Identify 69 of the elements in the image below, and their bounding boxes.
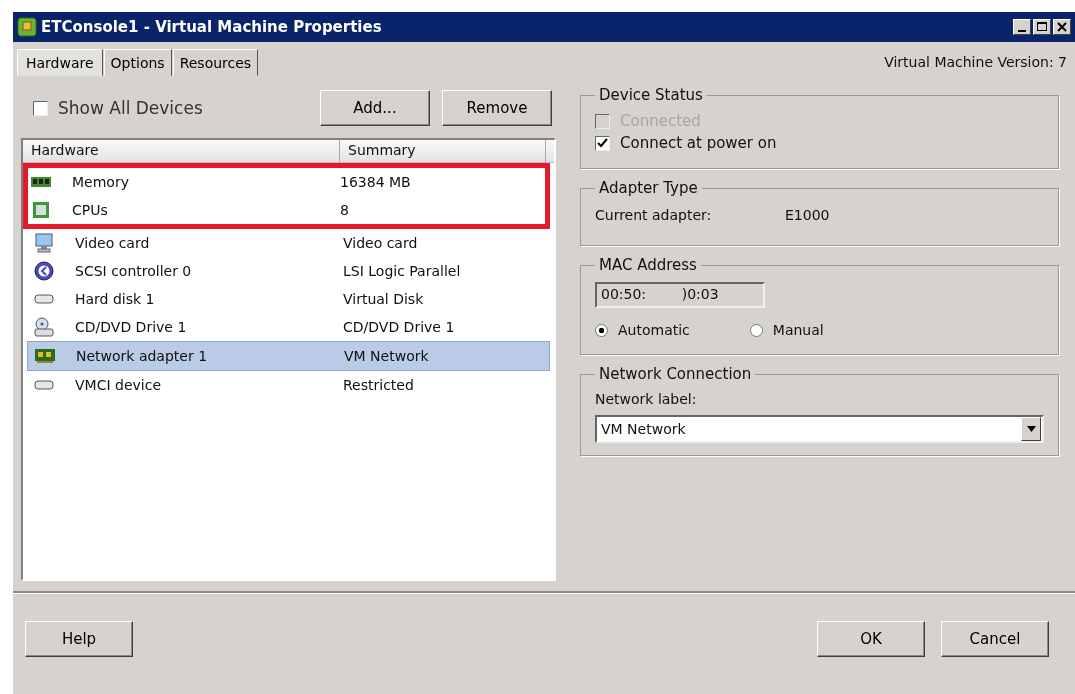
app-icon bbox=[17, 17, 37, 37]
drive-icon bbox=[34, 293, 54, 305]
disc-drive-icon bbox=[34, 317, 54, 337]
hardware-row[interactable]: VMCI device Restricted bbox=[27, 371, 550, 399]
checkbox-label: Connect at power on bbox=[620, 134, 777, 152]
list-button[interactable]: Remove bbox=[442, 90, 552, 126]
minimize-button[interactable] bbox=[1013, 19, 1031, 35]
network-dropdown[interactable]: VM Network bbox=[595, 415, 1044, 443]
maximize-button[interactable] bbox=[1033, 19, 1051, 35]
group-title: MAC Address bbox=[598, 256, 698, 274]
device-summary: Video card bbox=[343, 235, 419, 251]
checkbox-label: Show All Devices bbox=[58, 98, 203, 118]
checkbox[interactable] bbox=[595, 135, 610, 151]
group-title: Adapter Type bbox=[598, 179, 699, 197]
dropdown-arrow-icon bbox=[1026, 426, 1036, 432]
radio-label: Manual bbox=[772, 322, 824, 338]
device-name: Hard disk 1 bbox=[75, 291, 156, 307]
radio-button[interactable] bbox=[749, 323, 763, 337]
group-title: Device Status bbox=[598, 86, 704, 104]
drive-icon bbox=[34, 379, 54, 391]
close-button[interactable] bbox=[1053, 19, 1071, 35]
column-header[interactable]: Hardware bbox=[23, 140, 340, 162]
hardware-row[interactable]: Video card Video card bbox=[27, 229, 550, 257]
radio-button[interactable] bbox=[595, 323, 608, 337]
chip-icon bbox=[32, 201, 50, 219]
device-summary: Virtual Disk bbox=[343, 291, 425, 307]
adapter-label: Current adapter: bbox=[595, 207, 713, 223]
device-name: Video card bbox=[75, 235, 151, 251]
close-icon bbox=[1056, 21, 1068, 33]
monitor-icon bbox=[34, 233, 54, 253]
group-title: Network Connection bbox=[598, 365, 753, 383]
device-name: CD/DVD Drive 1 bbox=[75, 319, 188, 335]
device-summary: Restricted bbox=[343, 377, 415, 393]
device-summary: 8 bbox=[340, 202, 350, 218]
tab[interactable]: Options bbox=[103, 49, 172, 76]
check-icon bbox=[597, 137, 608, 149]
device-summary: VM Network bbox=[344, 348, 430, 364]
list-button[interactable]: Add... bbox=[320, 90, 430, 126]
hardware-row[interactable]: CPUs 8 bbox=[28, 196, 545, 224]
maximize-icon bbox=[1036, 21, 1048, 33]
device-name: Network adapter 1 bbox=[76, 348, 209, 364]
hardware-row[interactable]: Memory 16384 MB bbox=[28, 168, 545, 196]
footer-button[interactable]: Help bbox=[25, 621, 133, 657]
device-name: SCSI controller 0 bbox=[75, 263, 193, 279]
column-header[interactable]: Summary bbox=[340, 140, 546, 162]
hardware-row[interactable]: Network adapter 1 VM Network bbox=[27, 341, 550, 371]
tab[interactable]: Resources bbox=[172, 49, 259, 76]
hardware-row[interactable]: CD/DVD Drive 1 CD/DVD Drive 1 bbox=[27, 313, 550, 341]
memory-icon bbox=[31, 175, 51, 189]
footer-button[interactable]: Cancel bbox=[941, 621, 1049, 657]
minimize-icon bbox=[1018, 30, 1026, 32]
checkbox[interactable] bbox=[33, 100, 48, 116]
device-name: VMCI device bbox=[75, 377, 162, 393]
adapter-value: E1000 bbox=[785, 207, 830, 223]
version-label: Virtual Machine Version: 7 bbox=[884, 54, 1067, 72]
hardware-row[interactable]: SCSI controller 0 LSI Logic Parallel bbox=[27, 257, 550, 285]
field-label: Network label: bbox=[595, 391, 698, 407]
device-name: CPUs bbox=[72, 202, 109, 218]
device-summary: CD/DVD Drive 1 bbox=[343, 319, 456, 335]
device-summary: 16384 MB bbox=[340, 174, 412, 190]
mac-address-field[interactable]: 00:50: )0:03 bbox=[595, 282, 765, 308]
footer-button[interactable]: OK bbox=[817, 621, 925, 657]
device-name: Memory bbox=[72, 174, 130, 190]
window-title: ETConsole1 - Virtual Machine Properties bbox=[41, 18, 383, 36]
radio-label: Automatic bbox=[618, 322, 690, 338]
network-card-icon bbox=[35, 348, 55, 364]
hardware-row[interactable]: Hard disk 1 Virtual Disk bbox=[27, 285, 550, 313]
tab[interactable]: Hardware bbox=[17, 49, 103, 76]
device-summary: LSI Logic Parallel bbox=[343, 263, 462, 279]
